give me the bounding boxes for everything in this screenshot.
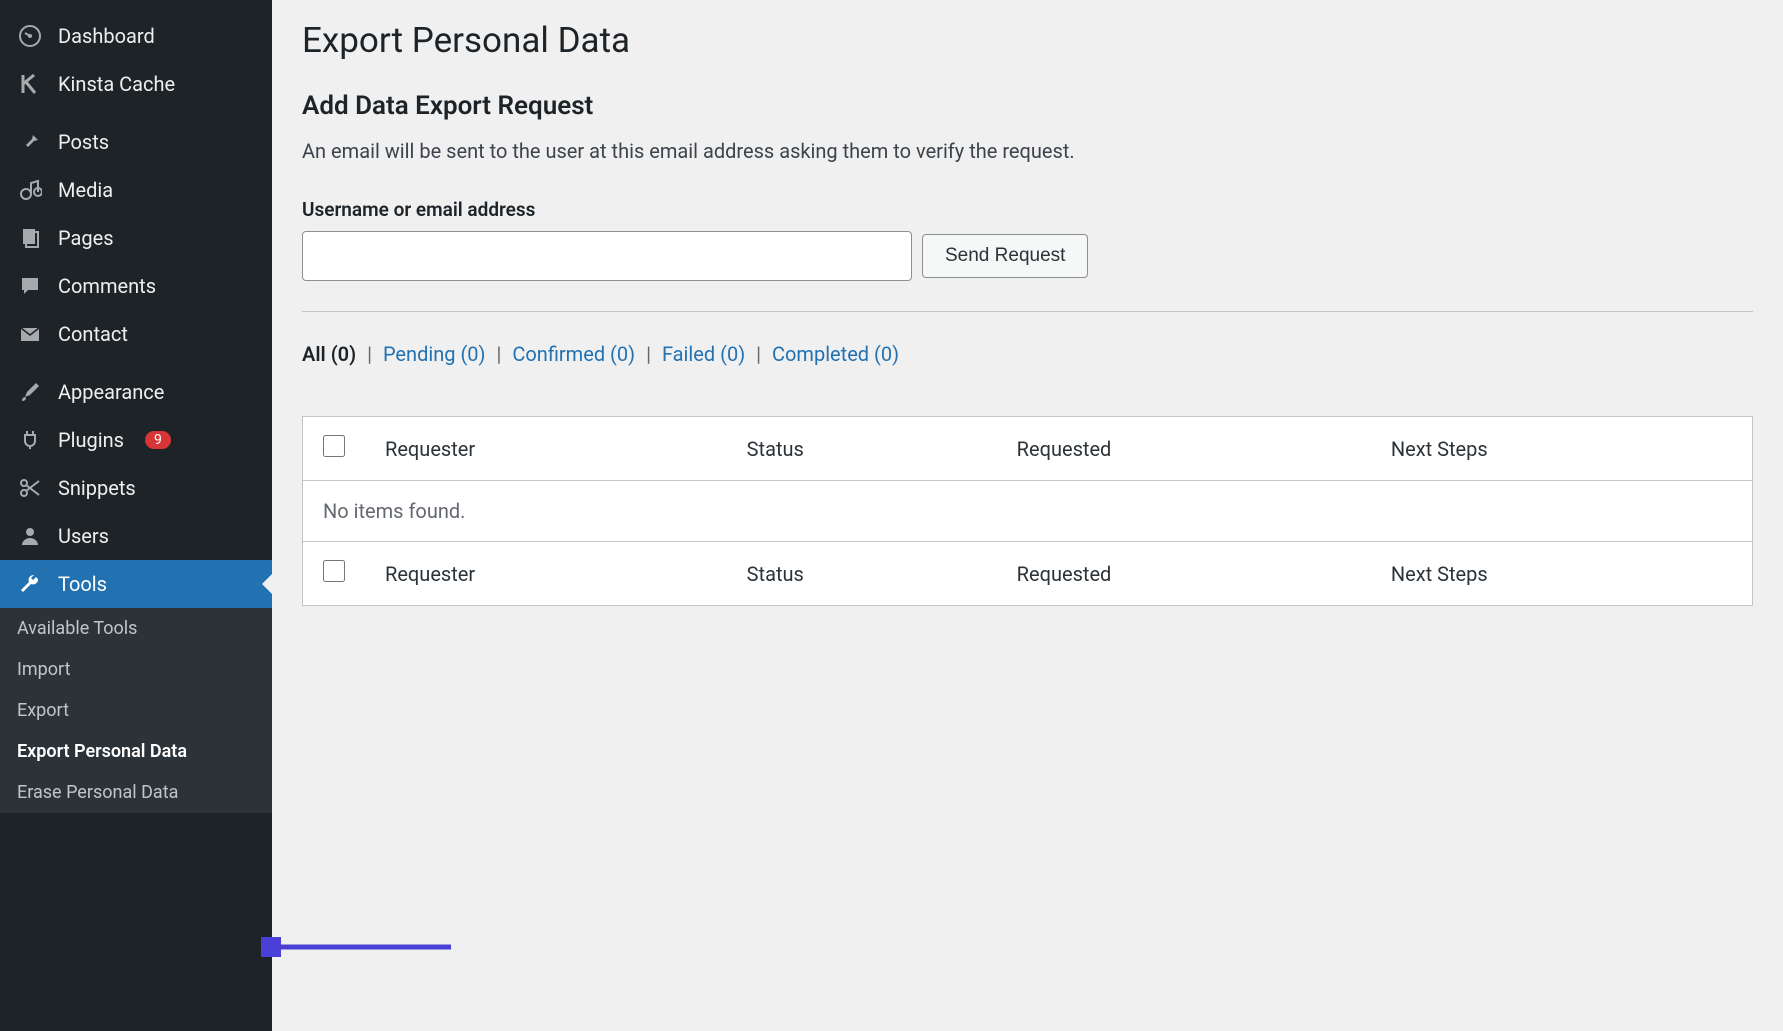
menu-plugins[interactable]: Plugins 9 (0, 416, 272, 464)
menu-label: Contact (58, 322, 128, 346)
select-all-checkbox-top[interactable] (323, 435, 345, 457)
request-description: An email will be sent to the user at thi… (302, 139, 1753, 163)
menu-label: Kinsta Cache (58, 72, 175, 96)
menu-separator (0, 108, 272, 118)
add-request-heading: Add Data Export Request (302, 91, 1753, 121)
select-all-checkbox-bottom[interactable] (323, 560, 345, 582)
wrench-icon (17, 572, 43, 596)
menu-label: Comments (58, 274, 156, 298)
menu-pages[interactable]: Pages (0, 214, 272, 262)
menu-appearance[interactable]: Appearance (0, 368, 272, 416)
dashboard-icon (17, 24, 43, 48)
media-icon (17, 178, 43, 202)
pin-icon (17, 130, 43, 154)
submenu-available-tools[interactable]: Available Tools (0, 608, 272, 649)
menu-dashboard[interactable]: Dashboard (0, 12, 272, 60)
menu-users[interactable]: Users (0, 512, 272, 560)
main-content: Export Personal Data Add Data Export Req… (272, 0, 1783, 1031)
column-next-steps-foot: Next Steps (1371, 542, 1753, 606)
menu-label: Dashboard (58, 24, 155, 48)
menu-kinsta-cache[interactable]: Kinsta Cache (0, 60, 272, 108)
kinsta-icon (17, 72, 43, 96)
brush-icon (17, 380, 43, 404)
column-next-steps: Next Steps (1371, 417, 1753, 481)
user-icon (17, 524, 43, 548)
menu-label: Media (58, 178, 113, 202)
select-all-footer (303, 542, 366, 606)
scissors-icon (17, 476, 43, 500)
username-email-input[interactable] (302, 231, 912, 281)
submenu-erase-personal-data[interactable]: Erase Personal Data (0, 772, 272, 813)
menu-label: Plugins (58, 428, 124, 452)
envelope-icon (17, 322, 43, 346)
request-form-row: Send Request (302, 231, 1753, 312)
status-filters: All (0) | Pending (0) | Confirmed (0) | … (302, 342, 1753, 366)
menu-separator (0, 358, 272, 368)
menu-media[interactable]: Media (0, 166, 272, 214)
select-all-header (303, 417, 366, 481)
column-requested-foot[interactable]: Requested (997, 542, 1371, 606)
admin-sidebar: Dashboard Kinsta Cache Posts Media Pages… (0, 0, 272, 1031)
submenu-export-personal-data[interactable]: Export Personal Data (0, 731, 272, 772)
submenu-import[interactable]: Import (0, 649, 272, 690)
column-status-foot[interactable]: Status (727, 542, 997, 606)
menu-label: Users (58, 524, 109, 548)
menu-contact[interactable]: Contact (0, 310, 272, 358)
plug-icon (17, 428, 43, 452)
update-badge: 9 (145, 431, 171, 449)
filter-all[interactable]: All (0) (302, 342, 356, 366)
menu-label: Appearance (58, 380, 164, 404)
menu-snippets[interactable]: Snippets (0, 464, 272, 512)
pages-icon (17, 226, 43, 250)
requests-table: Requester Status Requested Next Steps No… (302, 416, 1753, 606)
filter-confirmed[interactable]: Confirmed (0) (512, 342, 635, 366)
menu-label: Pages (58, 226, 114, 250)
menu-posts[interactable]: Posts (0, 118, 272, 166)
submenu-export[interactable]: Export (0, 690, 272, 731)
column-requested[interactable]: Requested (997, 417, 1371, 481)
comment-icon (17, 274, 43, 298)
username-email-label: Username or email address (302, 198, 1753, 221)
menu-label: Posts (58, 130, 109, 154)
tools-submenu: Available Tools Import Export Export Per… (0, 608, 272, 813)
filter-completed[interactable]: Completed (0) (772, 342, 899, 366)
no-items-cell: No items found. (303, 481, 1753, 542)
table-no-items-row: No items found. (303, 481, 1753, 542)
page-title: Export Personal Data (302, 20, 1753, 61)
filter-failed[interactable]: Failed (0) (662, 342, 745, 366)
filter-pending[interactable]: Pending (0) (383, 342, 486, 366)
column-status[interactable]: Status (727, 417, 997, 481)
send-request-button[interactable]: Send Request (922, 234, 1088, 278)
menu-comments[interactable]: Comments (0, 262, 272, 310)
menu-label: Snippets (58, 476, 136, 500)
menu-label: Tools (58, 572, 107, 596)
column-requester[interactable]: Requester (365, 417, 727, 481)
column-requester-foot[interactable]: Requester (365, 542, 727, 606)
menu-tools[interactable]: Tools (0, 560, 272, 608)
